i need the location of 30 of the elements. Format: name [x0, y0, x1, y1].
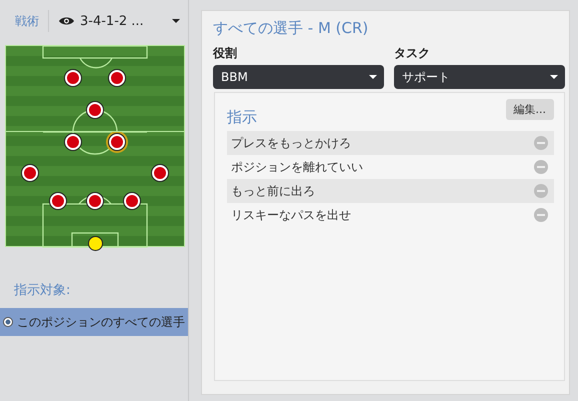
player-marker[interactable]: [22, 165, 38, 181]
caret-icon: [550, 75, 558, 79]
player-marker[interactable]: [109, 70, 125, 86]
role-dropdown[interactable]: BBM: [213, 65, 384, 89]
player-marker[interactable]: [152, 165, 168, 181]
instruction-row[interactable]: リスキーなパスを出せ: [227, 203, 554, 227]
radio-button[interactable]: [3, 317, 13, 327]
player-marker[interactable]: [124, 193, 140, 209]
player-marker[interactable]: [65, 70, 81, 86]
caret-icon: [172, 19, 180, 23]
edit-button[interactable]: 編集...: [506, 99, 554, 120]
role-label: 役割: [213, 45, 238, 62]
target-heading: 指示対象:: [14, 282, 72, 299]
instruction-row[interactable]: ポジションを離れていい: [227, 155, 554, 179]
instruction-row[interactable]: もっと前に出ろ: [227, 179, 554, 203]
player-marker[interactable]: [65, 134, 81, 150]
caret-icon: [369, 75, 377, 79]
formation-dropdown[interactable]: 3-4-1-2 ...: [49, 8, 188, 34]
player-marker[interactable]: [50, 193, 66, 209]
target-option[interactable]: このポジションのすべての選手: [0, 308, 188, 336]
panel-title: すべての選手 - M (CR): [213, 19, 370, 38]
duty-dropdown[interactable]: サポート: [394, 65, 565, 89]
goalkeeper-marker[interactable]: [88, 236, 102, 251]
player-marker[interactable]: [109, 134, 125, 150]
player-marker[interactable]: [87, 102, 103, 118]
instruction-row[interactable]: プレスをもっとかけろ: [227, 131, 554, 155]
player-marker[interactable]: [87, 193, 103, 209]
instructions-heading: 指示: [227, 108, 257, 127]
duty-label: タスク: [394, 45, 431, 62]
eye-icon: [59, 16, 74, 26]
